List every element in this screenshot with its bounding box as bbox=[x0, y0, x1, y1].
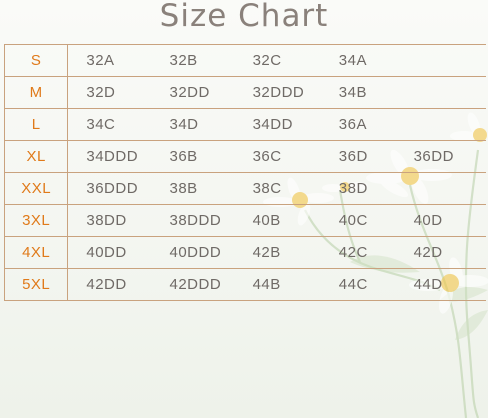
table-row: S 32A 32B 32C 34A bbox=[3, 44, 486, 77]
table-row: XXL 36DDD 38B 38C 38D bbox=[3, 172, 486, 205]
size-label: XL bbox=[3, 140, 69, 173]
cup-size-cell: 36DDD bbox=[67, 172, 152, 205]
cup-size-cell: 34DD bbox=[234, 108, 321, 141]
cup-size-cell: 40C bbox=[320, 204, 396, 237]
table-row: XL 34DDD 36B 36C 36D 36DD bbox=[3, 140, 486, 173]
cup-size-cell bbox=[395, 172, 486, 205]
cup-size-cell: 34DDD bbox=[67, 140, 152, 173]
cup-size-cell: 44B bbox=[234, 268, 321, 301]
cup-size-cell: 32C bbox=[234, 44, 321, 77]
cup-size-cell bbox=[395, 76, 486, 109]
cup-size-cell: 40DDD bbox=[151, 236, 235, 269]
size-label: 3XL bbox=[3, 204, 69, 237]
page-title: Size Chart bbox=[159, 0, 329, 34]
cup-size-cell: 42C bbox=[320, 236, 396, 269]
cup-size-cell: 42DDD bbox=[151, 268, 235, 301]
table-row: 5XL 42DD 42DDD 44B 44C 44D bbox=[3, 268, 486, 301]
cup-size-cell: 36C bbox=[234, 140, 321, 173]
cup-size-cell: 36B bbox=[151, 140, 235, 173]
size-label: 4XL bbox=[3, 236, 69, 269]
cup-size-cell: 38B bbox=[151, 172, 235, 205]
cup-size-cell: 36A bbox=[320, 108, 396, 141]
size-label: XXL bbox=[3, 172, 69, 205]
cup-size-cell: 42B bbox=[234, 236, 321, 269]
cup-size-cell: 34D bbox=[151, 108, 235, 141]
size-label: S bbox=[3, 44, 69, 77]
cup-size-cell: 36D bbox=[320, 140, 396, 173]
table-row: M 32D 32DD 32DDD 34B bbox=[3, 76, 486, 109]
cup-size-cell: 42D bbox=[395, 236, 486, 269]
cup-size-cell bbox=[395, 44, 486, 77]
cup-size-cell: 38D bbox=[320, 172, 396, 205]
size-label: M bbox=[3, 76, 69, 109]
cup-size-cell: 38DDD bbox=[151, 204, 235, 237]
cup-size-cell: 34A bbox=[320, 44, 396, 77]
size-chart-table: S 32A 32B 32C 34A M 32D 32DD 32DDD 34B L… bbox=[3, 44, 486, 301]
cup-size-cell: 32A bbox=[67, 44, 152, 77]
cup-size-cell: 32DD bbox=[151, 76, 235, 109]
cup-size-cell: 44C bbox=[320, 268, 396, 301]
cup-size-cell: 44D bbox=[395, 268, 486, 301]
cup-size-cell: 32D bbox=[67, 76, 152, 109]
table-row: 3XL 38DD 38DDD 40B 40C 40D bbox=[3, 204, 486, 237]
table-row: 4XL 40DD 40DDD 42B 42C 42D bbox=[3, 236, 486, 269]
cup-size-cell: 32DDD bbox=[234, 76, 321, 109]
cup-size-cell: 40DD bbox=[67, 236, 152, 269]
size-label: 5XL bbox=[3, 268, 69, 301]
cup-size-cell: 42DD bbox=[67, 268, 152, 301]
cup-size-cell bbox=[395, 108, 486, 141]
cup-size-cell: 34C bbox=[67, 108, 152, 141]
cup-size-cell: 40D bbox=[395, 204, 486, 237]
cup-size-cell: 38C bbox=[234, 172, 321, 205]
cup-size-cell: 40B bbox=[234, 204, 321, 237]
cup-size-cell: 36DD bbox=[395, 140, 486, 173]
cup-size-cell: 32B bbox=[151, 44, 235, 77]
table-row: L 34C 34D 34DD 36A bbox=[3, 108, 486, 141]
cup-size-cell: 34B bbox=[320, 76, 396, 109]
cup-size-cell: 38DD bbox=[67, 204, 152, 237]
size-label: L bbox=[3, 108, 69, 141]
